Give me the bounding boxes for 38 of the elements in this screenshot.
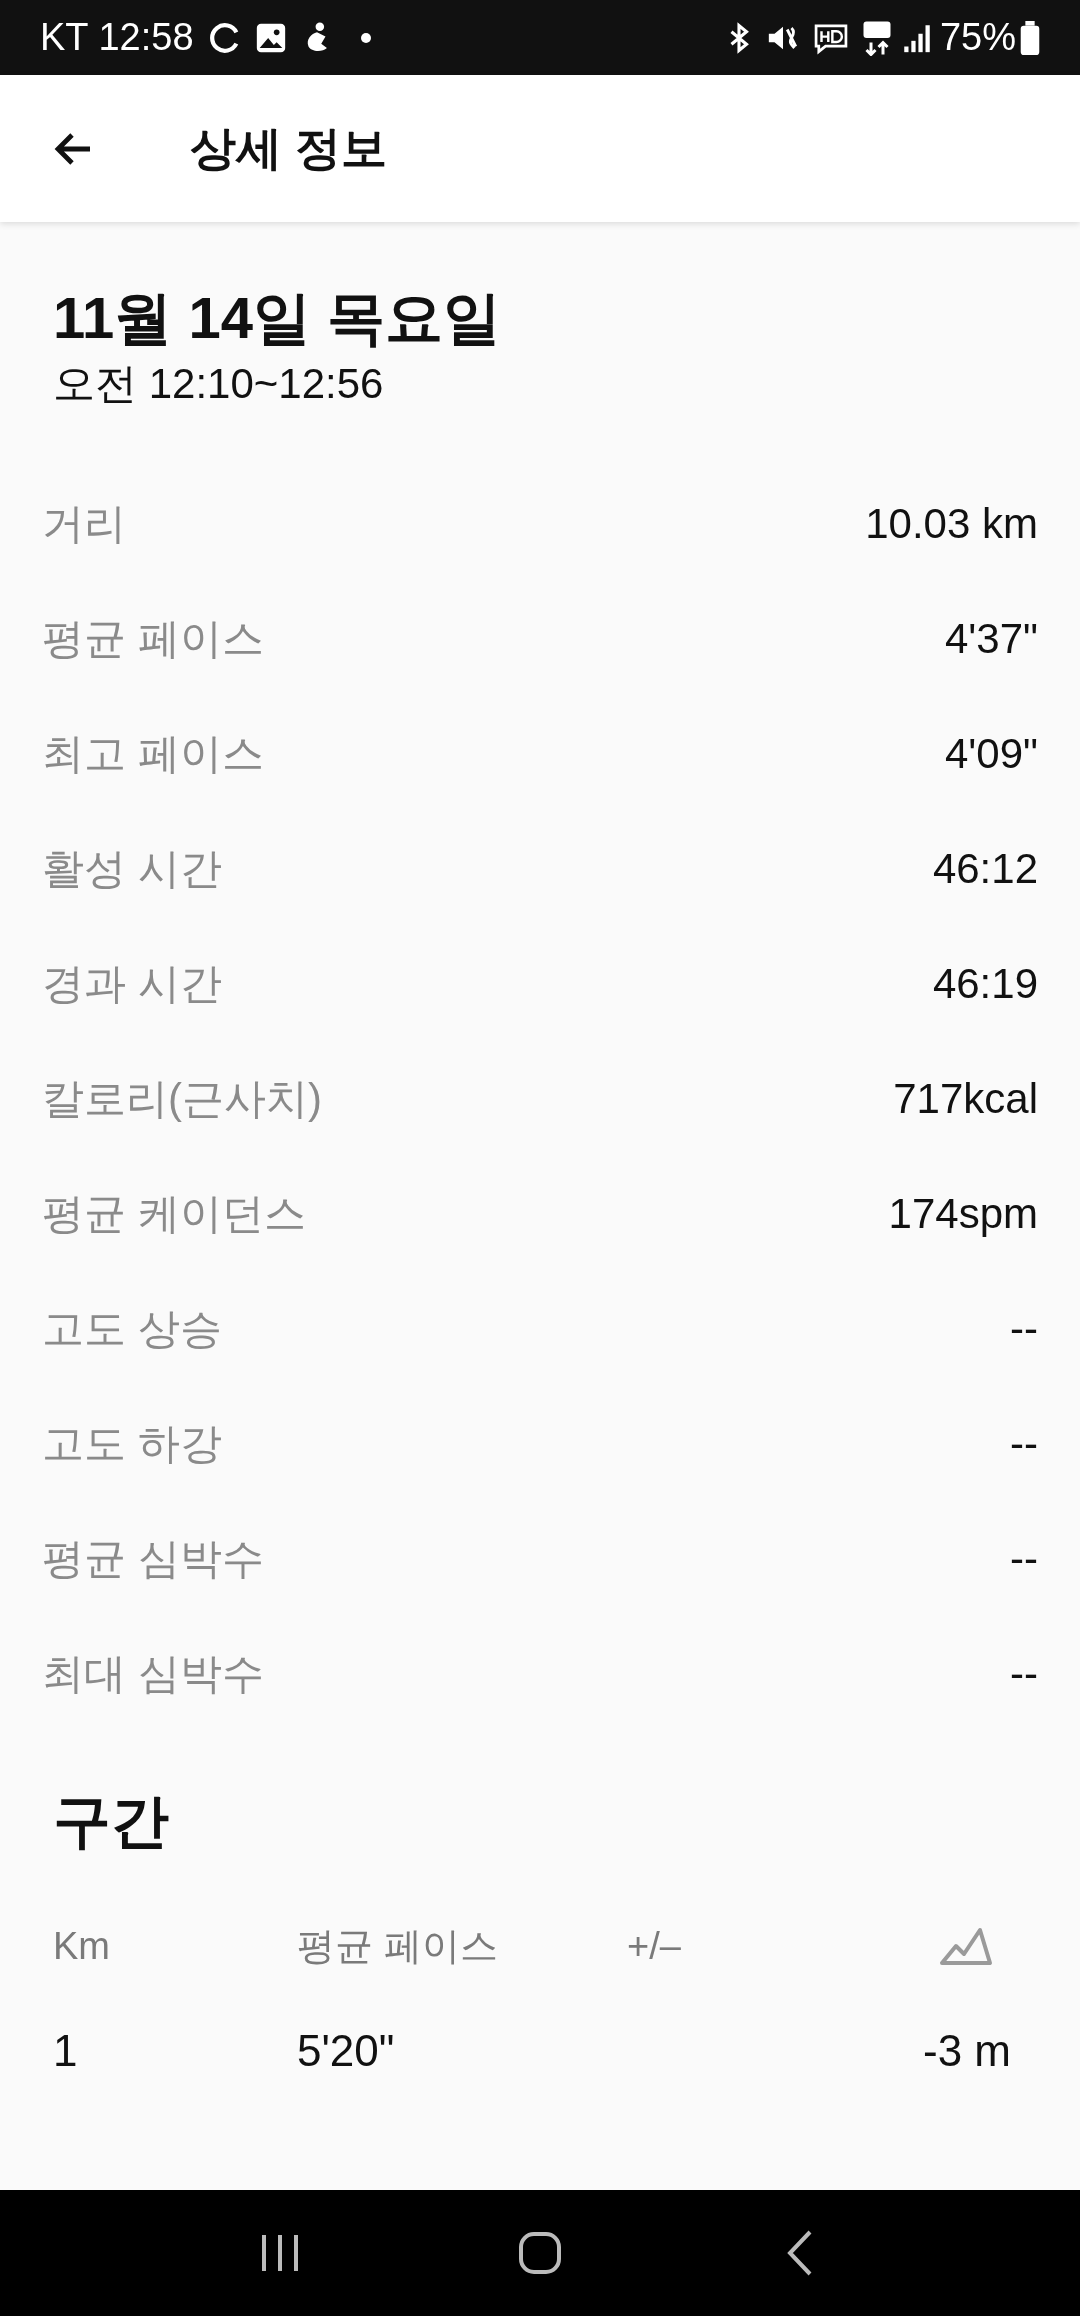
stat-value: --	[1010, 1534, 1038, 1584]
split-pace: 5'20"	[297, 2026, 395, 2075]
column-header: 평균 페이스	[297, 1923, 498, 1969]
split-km: 1	[53, 2026, 78, 2075]
page-title: 상세 정보	[190, 121, 387, 176]
dot-icon	[359, 31, 372, 44]
stat-value: --	[1010, 1419, 1038, 1469]
home-icon	[518, 2231, 562, 2275]
mountain-icon	[939, 1926, 995, 1966]
date-heading: 11월 14일 목요일	[53, 284, 503, 352]
stat-label: 활성 시간	[42, 844, 222, 894]
stat-value: 10.03 km	[865, 499, 1038, 549]
stat-label: 평균 페이스	[42, 614, 264, 664]
status-time: KT 12:58	[40, 15, 194, 60]
stat-value: 46:19	[932, 959, 1038, 1009]
stat-label: 고도 상승	[42, 1304, 222, 1354]
stat-value: 717kcal	[893, 1074, 1038, 1124]
stat-label: 칼로리(근사치)	[42, 1074, 322, 1124]
stat-value: 4'09"	[945, 729, 1038, 779]
stat-label: 평균 심박수	[42, 1534, 264, 1584]
column-header: Km	[53, 1923, 110, 1969]
stat-value: 46:12	[932, 844, 1038, 894]
stat-label: 최고 페이스	[42, 729, 264, 779]
stat-value: --	[1010, 1304, 1038, 1354]
stat-label: 최대 심박수	[42, 1649, 264, 1699]
stat-label: 경과 시간	[42, 959, 222, 1009]
battery-icon	[1020, 20, 1040, 55]
stat-value: --	[1010, 1649, 1038, 1699]
stat-value: 174spm	[888, 1189, 1038, 1239]
stat-value: 4'37"	[945, 614, 1038, 664]
split-elevation: -3 m	[923, 2025, 1011, 2077]
time-range: 오전 12:10~12:56	[53, 359, 385, 409]
column-header: +/–	[627, 1923, 681, 1969]
stat-label: 고도 하강	[42, 1419, 222, 1469]
stat-label: 평균 케이던스	[42, 1189, 306, 1239]
stat-label: 거리	[42, 499, 126, 549]
battery-level: 75%	[939, 15, 1016, 60]
section-heading: 구간	[52, 1787, 170, 1855]
